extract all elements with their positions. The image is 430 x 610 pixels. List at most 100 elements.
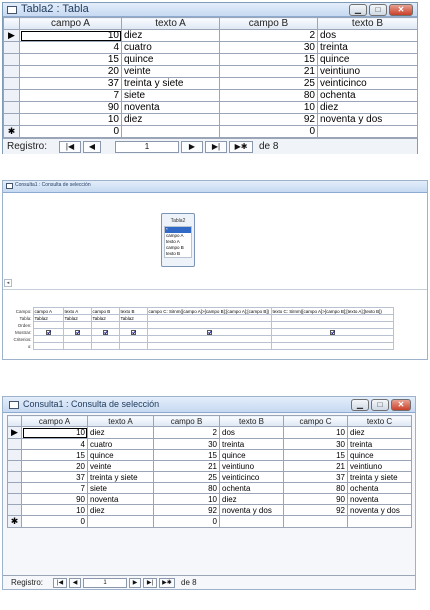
table-cell[interactable]: 2 bbox=[153, 426, 220, 439]
design-grid-cell[interactable] bbox=[90, 342, 120, 350]
next-record-button[interactable]: ▶ bbox=[129, 578, 141, 588]
table-cell[interactable]: siete bbox=[87, 482, 154, 494]
column-header[interactable]: campo C bbox=[283, 415, 348, 427]
design-grid-cell[interactable]: campo C: SiInm([campo A]>[campo B];[camp… bbox=[146, 307, 272, 315]
table-cell[interactable]: 10 bbox=[283, 426, 348, 439]
table-cell[interactable]: cuatro bbox=[87, 438, 154, 450]
table-cell[interactable]: veinte bbox=[87, 460, 154, 472]
table-cell[interactable] bbox=[347, 515, 412, 528]
table-cell[interactable]: noventa y dos bbox=[219, 504, 284, 516]
table-cell[interactable]: 90 bbox=[19, 101, 122, 114]
minimize-icon[interactable]: ▁ bbox=[349, 4, 367, 16]
row-selector[interactable] bbox=[7, 504, 22, 516]
row-selector[interactable] bbox=[3, 113, 20, 126]
table-cell[interactable]: treinta y siete bbox=[87, 471, 154, 483]
row-selector[interactable] bbox=[3, 53, 20, 66]
show-checkbox[interactable] bbox=[130, 330, 136, 335]
show-checkbox[interactable] bbox=[329, 330, 335, 335]
table-cell[interactable]: diez bbox=[317, 101, 418, 114]
column-header[interactable]: texto B bbox=[219, 415, 284, 427]
row-selector[interactable] bbox=[3, 41, 20, 54]
show-checkbox[interactable] bbox=[45, 330, 51, 335]
table-cell[interactable]: dos bbox=[219, 426, 284, 439]
new-record-button[interactable]: ▶✱ bbox=[229, 141, 253, 153]
table-cell[interactable]: 37 bbox=[19, 77, 122, 90]
design-grid-cell[interactable]: texto C: SiInm([campo A]>[campo B];[text… bbox=[270, 307, 394, 315]
design-grid-cell[interactable] bbox=[32, 328, 64, 336]
design-grid-cell[interactable] bbox=[146, 321, 272, 329]
table-cell[interactable]: quince bbox=[87, 449, 154, 461]
table-cell[interactable]: ochenta bbox=[347, 482, 412, 494]
table-cell[interactable]: noventa bbox=[87, 493, 154, 505]
table-cell[interactable]: 15 bbox=[19, 53, 122, 66]
table-cell[interactable]: ochenta bbox=[317, 89, 418, 102]
field-list-tabla2[interactable]: Tabla2 * campo Atexto Acampo Btexto B bbox=[161, 213, 195, 267]
column-header[interactable]: campo B bbox=[153, 415, 220, 427]
new-record-button[interactable]: ▶✱ bbox=[159, 578, 175, 588]
design-grid-cell[interactable] bbox=[90, 328, 120, 336]
show-checkbox[interactable] bbox=[74, 330, 80, 335]
design-grid-cell[interactable] bbox=[32, 335, 64, 343]
column-header[interactable]: texto A bbox=[121, 17, 220, 30]
design-grid-cell[interactable] bbox=[270, 314, 394, 322]
row-selector[interactable] bbox=[3, 101, 20, 114]
last-record-button[interactable]: ▶| bbox=[205, 141, 227, 153]
table-cell[interactable]: 92 bbox=[219, 113, 318, 126]
table-cell[interactable]: noventa bbox=[121, 101, 220, 114]
table-cell[interactable] bbox=[87, 515, 154, 528]
table-cell[interactable]: 20 bbox=[19, 65, 122, 78]
row-selector[interactable] bbox=[7, 471, 22, 483]
design-grid-cell[interactable] bbox=[32, 342, 64, 350]
table-cell[interactable]: 10 bbox=[21, 426, 88, 439]
row-selector[interactable] bbox=[7, 449, 22, 461]
design-grid-cell[interactable]: Tabla2 bbox=[32, 314, 64, 322]
column-header[interactable]: campo B bbox=[219, 17, 318, 30]
table-cell[interactable]: 92 bbox=[283, 504, 348, 516]
table-cell[interactable]: diez bbox=[347, 426, 412, 439]
table-cell[interactable]: treinta y siete bbox=[121, 77, 220, 90]
table-cell[interactable]: 0 bbox=[21, 515, 88, 528]
record-number-input[interactable]: 1 bbox=[115, 141, 179, 153]
table-cell[interactable]: 15 bbox=[21, 449, 88, 461]
design-grid-cell[interactable]: Tabla2 bbox=[62, 314, 92, 322]
table-cell[interactable]: 10 bbox=[21, 504, 88, 516]
prev-record-button[interactable]: ◀ bbox=[69, 578, 81, 588]
design-grid-cell[interactable]: texto B bbox=[118, 307, 148, 315]
table-cell[interactable]: 15 bbox=[153, 449, 220, 461]
row-selector[interactable]: ✱ bbox=[3, 125, 20, 138]
table-cell[interactable]: 30 bbox=[153, 438, 220, 450]
show-checkbox[interactable] bbox=[206, 330, 212, 335]
result-window-titlebar[interactable]: Consulta1 : Consulta de selección ▁ □ ✕ bbox=[3, 397, 415, 413]
row-selector[interactable]: ▶ bbox=[7, 426, 22, 439]
design-grid-cell[interactable] bbox=[146, 342, 272, 350]
table-cell[interactable]: veintiuno bbox=[317, 65, 418, 78]
table-cell[interactable]: 21 bbox=[153, 460, 220, 472]
table-cell[interactable]: cuatro bbox=[121, 41, 220, 54]
row-selector[interactable] bbox=[3, 77, 20, 90]
design-grid-cell[interactable] bbox=[90, 321, 120, 329]
design-grid-cell[interactable]: texto A bbox=[62, 307, 92, 315]
row-selector[interactable]: ▶ bbox=[3, 29, 20, 42]
table-cell[interactable]: treinta bbox=[347, 438, 412, 450]
design-grid-cell[interactable] bbox=[118, 335, 148, 343]
design-grid-cell[interactable] bbox=[270, 342, 394, 350]
table-cell[interactable]: 25 bbox=[219, 77, 318, 90]
table-cell[interactable]: 2 bbox=[219, 29, 318, 42]
row-selector[interactable] bbox=[7, 482, 22, 494]
table-cell[interactable]: 10 bbox=[19, 113, 122, 126]
column-header[interactable]: texto C bbox=[347, 415, 412, 427]
design-grid-cell[interactable] bbox=[270, 335, 394, 343]
table-cell[interactable] bbox=[317, 125, 418, 138]
design-grid-cell[interactable] bbox=[146, 328, 272, 336]
row-selector[interactable] bbox=[7, 493, 22, 505]
table-cell[interactable]: quince bbox=[317, 53, 418, 66]
design-grid-cell[interactable]: Tabla2 bbox=[118, 314, 148, 322]
design-grid-cell[interactable] bbox=[118, 321, 148, 329]
design-grid-cell[interactable]: campo B bbox=[90, 307, 120, 315]
table-cell[interactable]: dos bbox=[317, 29, 418, 42]
field-list-item[interactable]: texto B bbox=[165, 251, 191, 257]
table-cell[interactable]: 30 bbox=[219, 41, 318, 54]
table-cell[interactable]: ochenta bbox=[219, 482, 284, 494]
table-cell[interactable]: 21 bbox=[283, 460, 348, 472]
table-cell[interactable]: quince bbox=[121, 53, 220, 66]
